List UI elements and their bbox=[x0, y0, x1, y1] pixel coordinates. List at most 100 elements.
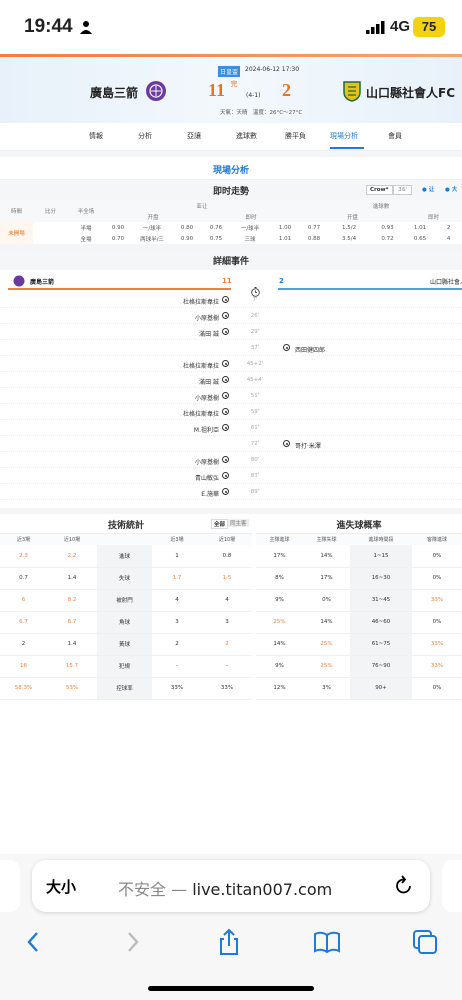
away-team-logo bbox=[343, 81, 361, 102]
prob-col-header: 客隊進球 bbox=[412, 534, 462, 545]
back-icon[interactable] bbox=[20, 928, 48, 956]
events-header: 詳細事件 bbox=[0, 250, 462, 270]
goal-ball-icon bbox=[222, 312, 229, 319]
event-home-player: 滿田 誠 bbox=[199, 379, 219, 386]
events-panel: 廣島三箭 11 2 山口縣社會人 7' 杜格拉斯韋拉 26' 小原基樹 29' 滿田 誠 3… bbox=[0, 270, 462, 508]
forward-icon[interactable] bbox=[118, 928, 146, 956]
odds-cell: 0.80 bbox=[180, 224, 194, 231]
stats-label: 失球 bbox=[97, 567, 152, 590]
home-team-name[interactable]: 廣島三箭 bbox=[90, 84, 138, 101]
stats-col-header: 近3場 bbox=[152, 534, 202, 545]
event-minute: 89' bbox=[250, 489, 260, 495]
tab-goals[interactable]: 進球數 bbox=[236, 131, 257, 141]
away-team-name[interactable]: 山口縣社會人FC bbox=[366, 84, 455, 101]
prob-row: 8% 17% 16~30 0% bbox=[256, 567, 462, 590]
prob-period: 31~45 bbox=[350, 589, 412, 612]
home-bar bbox=[8, 288, 231, 290]
prob-value: 17% bbox=[303, 567, 350, 590]
stats-row: 2.3 2.2 進球 1 0.8 bbox=[0, 545, 252, 568]
odds-cell: 未開場 bbox=[0, 222, 33, 244]
odds-header-half: 半全场 bbox=[68, 200, 104, 222]
text-size-button[interactable]: 大小 bbox=[46, 876, 76, 897]
tab-live-analysis[interactable]: 現場分析 bbox=[330, 131, 358, 141]
odds-row: 未開場 半場 0.90 一/球半 0.80 0.76 一/球半 1.00 0.7… bbox=[0, 222, 462, 244]
tab-handicap[interactable]: 亞讓 bbox=[187, 131, 201, 141]
events-home-name: 廣島三箭 bbox=[30, 279, 55, 286]
minute-select[interactable]: 36' bbox=[393, 185, 413, 195]
url-host: live.titan007.com bbox=[192, 880, 333, 899]
league-badge[interactable]: 日皇盃 bbox=[218, 66, 241, 77]
event-home-player: 滿田 誠 bbox=[199, 331, 219, 338]
event-home-player: 小原基樹 bbox=[194, 395, 219, 402]
prob-value: 14% bbox=[256, 633, 303, 656]
battery-level: 75 bbox=[413, 17, 445, 37]
stats-row: 0.7 1.4 失球 1.7 1.5 bbox=[0, 567, 252, 590]
address-bar[interactable]: 大小 不安全 — live.titan007.com bbox=[32, 860, 430, 912]
stats-row: 2 1.4 黃球 2 2 bbox=[0, 633, 252, 656]
previous-tab-card[interactable] bbox=[0, 860, 20, 912]
event-home-player: 小原基樹 bbox=[194, 459, 219, 466]
odds-cell: 0.72 bbox=[381, 235, 394, 242]
goal-ball-icon bbox=[222, 296, 229, 303]
stats-label: 控球率 bbox=[97, 677, 152, 700]
tab-info[interactable]: 情報 bbox=[89, 131, 103, 141]
prob-row: 12% 3% 90+ 0% bbox=[256, 677, 462, 700]
goal-ball-icon bbox=[283, 440, 290, 447]
odds-cell: 3.5/4 bbox=[341, 235, 357, 242]
stats-value: 6.7 bbox=[47, 611, 97, 634]
prob-value: 12% bbox=[256, 677, 303, 700]
stats-col-header: 近3場 bbox=[0, 534, 47, 545]
odds-cell: 0.76 bbox=[209, 224, 223, 231]
goal-ball-icon bbox=[222, 456, 229, 463]
stats-value: 2.3 bbox=[0, 545, 47, 568]
url-text[interactable]: 不安全 — live.titan007.com bbox=[118, 876, 332, 900]
bookmarks-icon[interactable] bbox=[313, 928, 341, 956]
tab-analysis[interactable]: 分析 bbox=[138, 131, 152, 141]
event-minute: 51' bbox=[250, 393, 260, 399]
event-home-player: 小原基樹 bbox=[194, 315, 219, 322]
company-select[interactable]: Crow* bbox=[366, 185, 393, 195]
not-secure-label: 不安全 — bbox=[118, 880, 193, 899]
signal-icon bbox=[366, 21, 385, 34]
odds-cell bbox=[33, 222, 68, 244]
event-row: 83' 青山敏弘 bbox=[0, 469, 462, 484]
stats-value: 1.7 bbox=[152, 567, 202, 590]
prob-period: 90+ bbox=[350, 677, 412, 700]
next-tab-card[interactable] bbox=[442, 860, 462, 912]
share-icon[interactable] bbox=[215, 928, 243, 956]
same-venue-toggle[interactable]: 同主客 bbox=[228, 519, 249, 527]
event-row: 45+2' 杜格拉斯韋拉 bbox=[0, 357, 462, 372]
stats-value: 1.5 bbox=[202, 567, 252, 590]
tech-stats-title: 技術統計 bbox=[107, 521, 144, 531]
odds-cell: 一/球半 bbox=[240, 225, 260, 232]
trend-header: 即时走勢 Crow* 36' ● 让 ● 大 bbox=[0, 180, 462, 200]
prob-value: 9% bbox=[256, 655, 303, 678]
odds-header-total: 進球數 bbox=[300, 200, 462, 211]
goal-prob-header: 進失球概率 bbox=[256, 514, 462, 534]
all-toggle[interactable]: 全部 bbox=[211, 519, 229, 529]
odds-header-time: 時間 bbox=[0, 200, 33, 222]
prob-value: 3% bbox=[303, 677, 350, 700]
goal-prob-table: 主隊進球 主隊失球 進球時間段 客隊進球 17% 14% 1~15 0% 8% 17% 16… bbox=[256, 534, 462, 700]
tab-1x2[interactable]: 勝平負 bbox=[285, 131, 306, 141]
tab-member[interactable]: 會員 bbox=[388, 131, 402, 141]
tabs-icon[interactable] bbox=[411, 928, 439, 956]
odds-header-handicap: 亚让 bbox=[104, 200, 301, 211]
prob-value: 14% bbox=[303, 611, 350, 634]
reload-icon[interactable] bbox=[394, 874, 414, 896]
odds-cell: 两球半/三 bbox=[140, 236, 164, 243]
events-home-score: 11 bbox=[222, 277, 232, 285]
home-team-logo bbox=[146, 81, 166, 101]
stats-value: 3 bbox=[152, 611, 202, 634]
odds-table: 時間 比分 半全场 亚让 進球數 开盘 即时 开盘 即时 未開場 半場 0.90… bbox=[0, 200, 462, 244]
odds-cell: 2 bbox=[446, 224, 451, 231]
match-status: 完 bbox=[230, 80, 238, 88]
handicap-checkbox[interactable]: ● 让 bbox=[422, 185, 434, 193]
stats-row: 6 8.2 被射門 4 4 bbox=[0, 589, 252, 612]
status-time: 19:44 bbox=[24, 16, 73, 37]
stats-value: 8.2 bbox=[47, 589, 97, 612]
total-checkbox[interactable]: ● 大 bbox=[445, 185, 457, 193]
odds-cell: 1.01 bbox=[413, 224, 427, 231]
events-title: 詳細事件 bbox=[212, 257, 249, 267]
event-row: 59' 杜格拉斯韋拉 bbox=[0, 405, 462, 420]
